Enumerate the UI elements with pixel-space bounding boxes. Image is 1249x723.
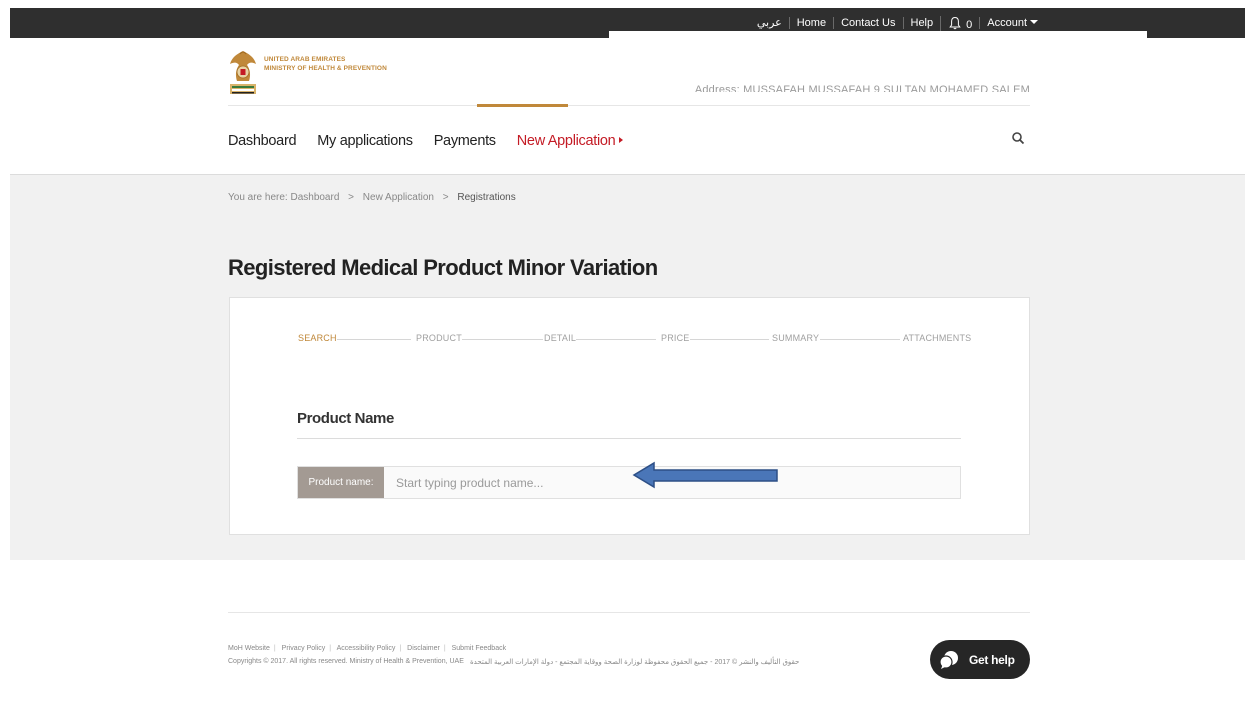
- chat-bubble-icon: [939, 650, 958, 669]
- header-divider: [228, 105, 1030, 106]
- footer-privacy-policy-link[interactable]: Privacy Policy: [282, 645, 326, 652]
- footer-links: MoH Website | Privacy Policy | Accessibili…: [228, 645, 506, 652]
- breadcrumb: You are here: Dashboard > New Applicatio…: [228, 192, 516, 203]
- step-connector: [576, 339, 656, 340]
- home-link[interactable]: Home: [788, 17, 833, 29]
- section-title: Product Name: [297, 410, 394, 427]
- step-detail: DETAIL: [544, 333, 577, 343]
- nav-my-applications[interactable]: My applications: [317, 133, 413, 149]
- logo-line-country: UNITED ARAB EMIRATES: [264, 56, 346, 63]
- breadcrumb-dashboard[interactable]: Dashboard: [290, 192, 339, 203]
- wizard-steps: SEARCH PRODUCT DETAIL PRICE SUMMARY ATTA…: [298, 333, 972, 345]
- footer-accessibility-policy-link[interactable]: Accessibility Policy: [337, 645, 396, 652]
- step-price: PRICE: [661, 333, 690, 343]
- breadcrumb-separator: >: [348, 192, 355, 203]
- footer-separator: |: [443, 645, 446, 652]
- breadcrumb-separator: >: [442, 192, 449, 203]
- product-name-field: Product name:: [297, 466, 961, 499]
- breadcrumb-new-application[interactable]: New Application: [363, 192, 434, 203]
- main-navigation: Dashboard My applications Payments New A…: [228, 133, 624, 149]
- copyright-text-arabic: حقوق التأليف والنشر © 2017 - جميع الحقوق…: [470, 659, 800, 666]
- footer-disclaimer-link[interactable]: Disclaimer: [407, 645, 440, 652]
- breadcrumb-prefix: You are here:: [228, 192, 288, 203]
- breadcrumb-current: Registrations: [457, 192, 516, 203]
- step-connector: [334, 339, 411, 340]
- annotation-arrow-icon: [632, 461, 778, 489]
- step-product: PRODUCT: [416, 333, 462, 343]
- footer-moh-website-link[interactable]: MoH Website: [228, 645, 270, 652]
- nav-dashboard[interactable]: Dashboard: [228, 133, 297, 149]
- page-title: Registered Medical Product Minor Variati…: [228, 255, 658, 280]
- footer-separator: |: [399, 645, 402, 652]
- step-summary: SUMMARY: [772, 333, 820, 343]
- account-label: Account: [987, 17, 1027, 29]
- notifications-button[interactable]: 0: [940, 15, 979, 31]
- copyright-text: Copyrights © 2017. All rights reserved. …: [228, 658, 464, 665]
- account-menu[interactable]: Account: [979, 17, 1045, 29]
- arabic-language-link[interactable]: عربي: [750, 17, 789, 29]
- bell-icon: [949, 16, 961, 29]
- section-divider: [297, 438, 961, 439]
- chevron-down-icon: [1030, 20, 1038, 24]
- get-help-label: Get help: [969, 652, 1015, 667]
- footer-divider: [228, 612, 1030, 613]
- chevron-right-icon: [619, 137, 624, 143]
- header-accent-bar: [477, 104, 568, 107]
- notification-count: 0: [966, 18, 973, 31]
- footer-separator: |: [329, 645, 332, 652]
- search-icon[interactable]: [1011, 131, 1025, 145]
- contact-us-link[interactable]: Contact Us: [833, 17, 902, 29]
- logo-line-ministry: MINISTRY OF HEALTH & PREVENTION: [264, 65, 387, 72]
- footer-submit-feedback-link[interactable]: Submit Feedback: [452, 645, 506, 652]
- nav-payments[interactable]: Payments: [434, 133, 496, 149]
- step-connector: [460, 339, 543, 340]
- get-help-button[interactable]: Get help: [930, 640, 1030, 679]
- step-search[interactable]: SEARCH: [298, 333, 337, 343]
- help-link[interactable]: Help: [902, 17, 941, 29]
- topbar-overlay-strip: [609, 31, 1147, 38]
- step-connector: [687, 339, 769, 340]
- wizard-card: SEARCH PRODUCT DETAIL PRICE SUMMARY ATTA…: [229, 297, 1030, 535]
- step-connector: [820, 339, 900, 340]
- ministry-logo-text: UNITED ARAB EMIRATES MINISTRY OF HEALTH …: [264, 55, 387, 73]
- uae-emblem-logo[interactable]: [228, 48, 258, 96]
- nav-new-application[interactable]: New Application: [517, 133, 624, 149]
- user-address: Address: MUSSAFAH MUSSAFAH 9 SULTAN MOHA…: [694, 84, 1030, 92]
- footer-separator: |: [273, 645, 276, 652]
- nav-new-application-label: New Application: [516, 133, 616, 149]
- product-name-label: Product name:: [298, 467, 384, 498]
- step-attachments: ATTACHMENTS: [903, 333, 972, 343]
